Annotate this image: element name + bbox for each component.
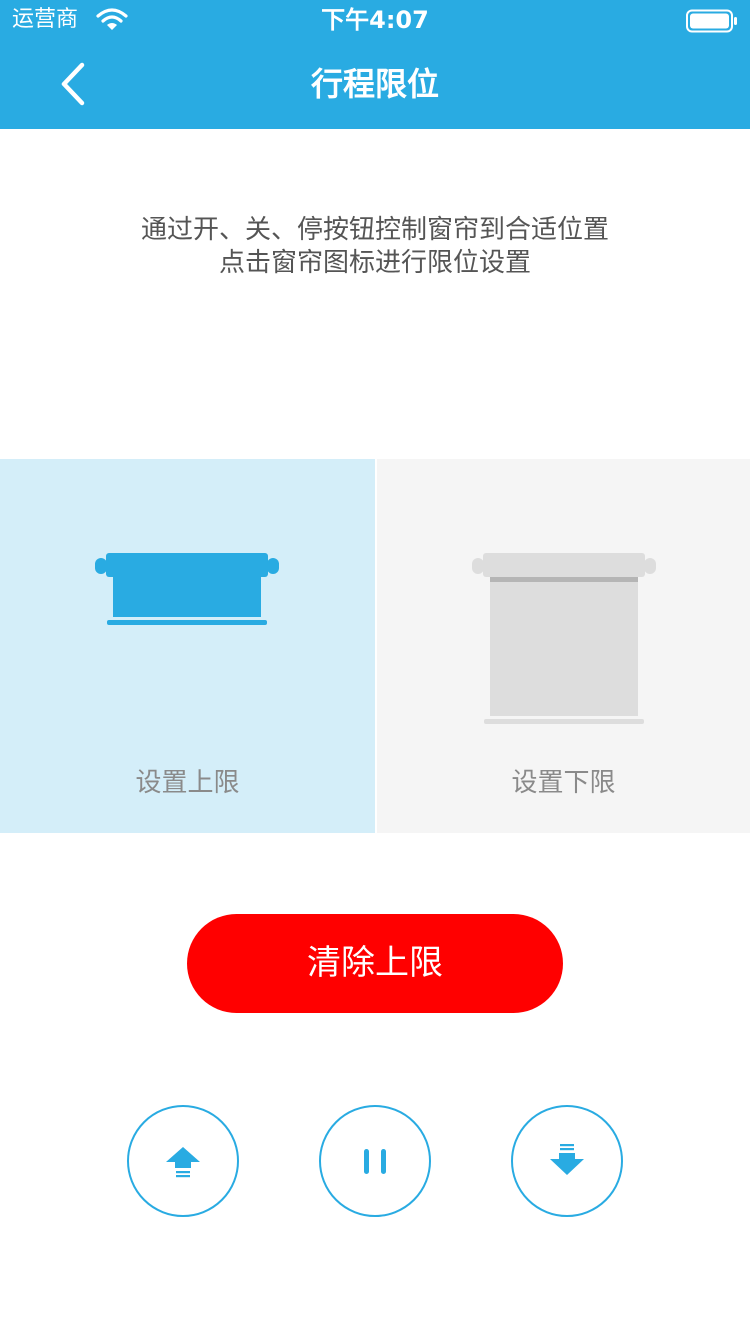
page-title: 行程限位 [310, 65, 439, 103]
clock-time: 下午4:07 [321, 6, 429, 34]
instructions-text: 通过开、关、停按钮控制窗帘到合适位置 点击窗帘图标进行限位设置 [0, 214, 750, 280]
instruction-line-1: 通过开、关、停按钮控制窗帘到合适位置 [140, 215, 609, 245]
status-bar: 运营商 下午4:07 [0, 0, 750, 40]
set-upper-limit-panel[interactable]: 设置上限 [0, 459, 375, 833]
pause-button[interactable] [319, 1105, 431, 1217]
open-button[interactable] [127, 1105, 239, 1217]
pause-icon [364, 1149, 386, 1174]
close-button[interactable] [511, 1105, 623, 1217]
set-upper-limit-label: 设置上限 [135, 768, 240, 798]
clear-upper-limit-button[interactable]: 清除上限 [187, 914, 563, 1013]
arrow-down-icon [550, 1144, 584, 1175]
set-lower-limit-panel[interactable]: 设置下限 [377, 459, 750, 833]
battery-icon [686, 9, 737, 33]
arrow-up-icon [166, 1147, 200, 1178]
curtain-raised-icon [95, 553, 279, 625]
app-header: 运营商 下午4:07 行程限位 [0, 0, 750, 129]
set-lower-limit-label: 设置下限 [511, 768, 616, 798]
curtain-lowered-icon [472, 553, 656, 724]
instruction-line-2: 点击窗帘图标进行限位设置 [218, 248, 531, 278]
